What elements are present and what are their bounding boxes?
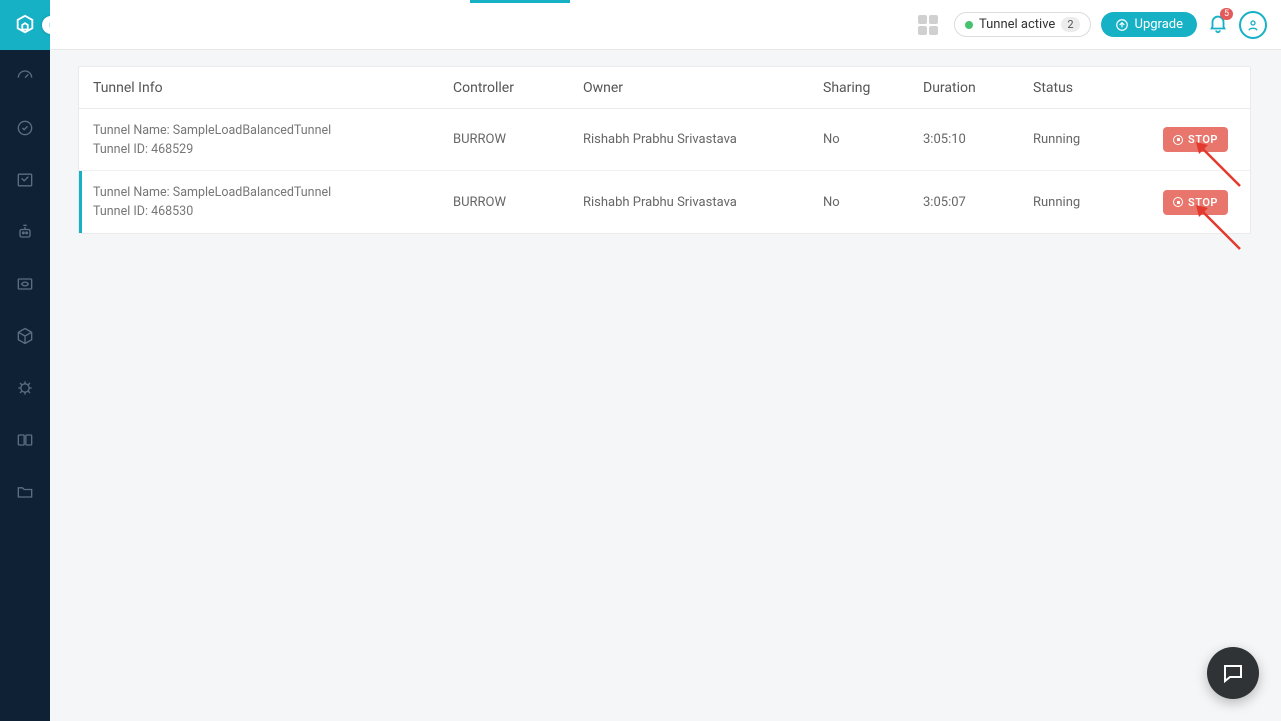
main-content: Tunnel Info Controller Owner Sharing Dur… xyxy=(78,66,1251,234)
eye-rect-icon xyxy=(15,274,35,294)
col-tunnel-info: Tunnel Info xyxy=(93,80,453,96)
nav-automation[interactable] xyxy=(0,206,50,258)
tunnel-info-cell: Tunnel Name: SampleLoadBalancedTunnel Tu… xyxy=(93,123,453,157)
arrow-icon xyxy=(1194,140,1244,190)
col-owner: Owner xyxy=(583,80,823,96)
arrow-icon xyxy=(1194,203,1244,253)
robot-icon xyxy=(15,222,35,242)
nav-issues[interactable] xyxy=(0,362,50,414)
tunnel-id-line: Tunnel ID: 468529 xyxy=(93,142,453,157)
table-row[interactable]: Tunnel Name: SampleLoadBalancedTunnel Tu… xyxy=(79,109,1250,171)
tunnel-name-line: Tunnel Name: SampleLoadBalancedTunnel xyxy=(93,123,453,138)
tunnel-count-badge: 2 xyxy=(1061,17,1079,32)
screenshot-icon xyxy=(15,170,35,190)
col-sharing: Sharing xyxy=(823,80,923,96)
tunnel-status-pill[interactable]: Tunnel active 2 xyxy=(954,12,1091,37)
stop-icon xyxy=(1173,197,1183,207)
stop-icon xyxy=(1173,135,1183,145)
annotation-arrow xyxy=(1194,140,1244,194)
tunnels-table: Tunnel Info Controller Owner Sharing Dur… xyxy=(78,66,1251,234)
upgrade-icon xyxy=(1115,18,1129,32)
duration-cell: 3:05:10 xyxy=(923,132,1033,147)
home-hex-icon xyxy=(14,14,36,36)
status-dot-icon xyxy=(965,21,973,29)
annotation-arrow xyxy=(1194,203,1244,257)
nav-dashboard[interactable] xyxy=(0,50,50,102)
owner-cell: Rishabh Prabhu Srivastava xyxy=(583,132,823,147)
chat-icon xyxy=(1221,661,1245,685)
col-duration: Duration xyxy=(923,80,1033,96)
status-cell: Running xyxy=(1033,195,1163,210)
user-icon xyxy=(1245,17,1261,33)
app-grid-button[interactable] xyxy=(918,15,938,35)
col-status: Status xyxy=(1033,80,1163,96)
status-cell: Running xyxy=(1033,132,1163,147)
notification-count: 5 xyxy=(1220,8,1233,20)
tunnel-info-cell: Tunnel Name: SampleLoadBalancedTunnel Tu… xyxy=(93,185,453,219)
chat-button[interactable] xyxy=(1207,647,1259,699)
sharing-cell: No xyxy=(823,132,923,147)
active-tab-indicator xyxy=(470,0,570,3)
controller-cell: BURROW xyxy=(453,195,583,210)
nav-visual[interactable] xyxy=(0,258,50,310)
tunnel-status-label: Tunnel active xyxy=(979,17,1055,32)
split-icon xyxy=(15,430,35,450)
sidebar xyxy=(0,0,50,721)
upgrade-label: Upgrade xyxy=(1135,17,1183,32)
upgrade-button[interactable]: Upgrade xyxy=(1101,12,1197,37)
owner-cell: Rishabh Prabhu Srivastava xyxy=(583,195,823,210)
tunnel-name-line: Tunnel Name: SampleLoadBalancedTunnel xyxy=(93,185,453,200)
nav-projects[interactable] xyxy=(0,466,50,518)
cube-icon xyxy=(15,326,35,346)
table-header: Tunnel Info Controller Owner Sharing Dur… xyxy=(79,67,1250,109)
clock-check-icon xyxy=(15,118,35,138)
nav-builds[interactable] xyxy=(0,310,50,362)
nav-realtime[interactable] xyxy=(0,102,50,154)
col-controller: Controller xyxy=(453,80,583,96)
folder-icon xyxy=(15,482,35,502)
nav-integrations[interactable] xyxy=(0,414,50,466)
nav-screenshot[interactable] xyxy=(0,154,50,206)
sharing-cell: No xyxy=(823,195,923,210)
tunnel-id-line: Tunnel ID: 468530 xyxy=(93,204,453,219)
gauge-icon xyxy=(15,66,35,86)
table-row[interactable]: Tunnel Name: SampleLoadBalancedTunnel Tu… xyxy=(79,171,1250,233)
profile-button[interactable] xyxy=(1239,11,1267,39)
bug-icon xyxy=(15,378,35,398)
notifications-button[interactable]: 5 xyxy=(1207,12,1229,38)
duration-cell: 3:05:07 xyxy=(923,195,1033,210)
topbar: Tunnel active 2 Upgrade 5 xyxy=(50,0,1281,50)
controller-cell: BURROW xyxy=(453,132,583,147)
